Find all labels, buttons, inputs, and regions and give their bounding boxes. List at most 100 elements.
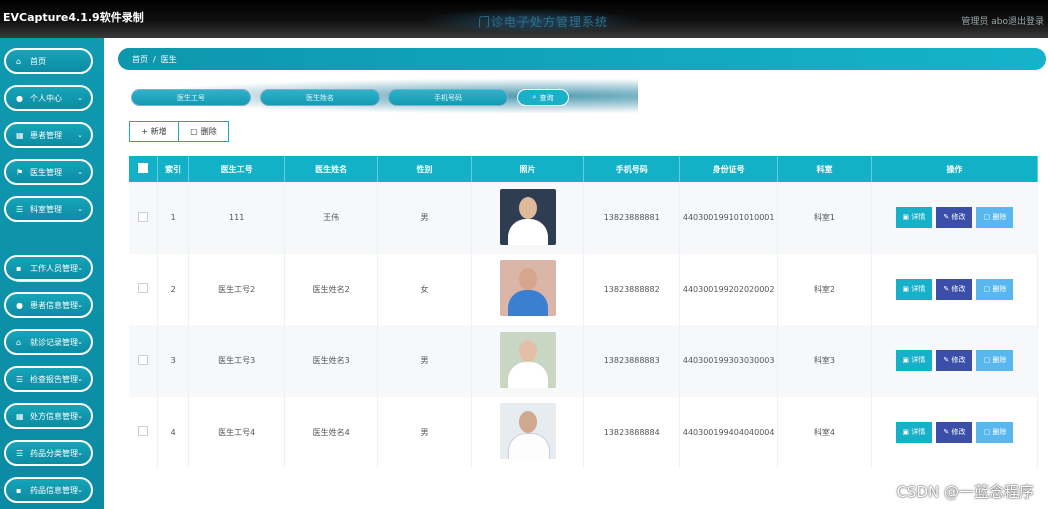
recorder-label: EVCapture4.1.9软件录制: [3, 11, 144, 24]
home-icon: ⌂: [16, 56, 22, 66]
edit-label: 修改: [951, 356, 966, 365]
sidebar-item-label: 药品分类管理: [30, 448, 78, 458]
table-row: 1 111 王伟 男 13823888881 44030019910101000…: [129, 182, 1039, 254]
row-checkbox[interactable]: [138, 426, 149, 437]
cell-doctor-name: 医生姓名3: [284, 325, 379, 397]
search-icon: ⌕: [532, 93, 537, 101]
detail-button[interactable]: ▣ 详情: [895, 278, 933, 300]
cell-photo: [471, 253, 585, 325]
table-row: 3 医生工号3 医生姓名3 男 13823888883 440300199303…: [129, 325, 1039, 397]
col-header: 身份证号: [679, 156, 779, 182]
query-label: 查询: [539, 93, 554, 102]
user-icon: ●: [16, 93, 23, 103]
chevron-down-icon: ⌄: [77, 168, 83, 176]
doctor-name-input[interactable]: 医生姓名: [260, 89, 380, 106]
sidebar-item-patient-info[interactable]: ● 患者信息管理 ⌄: [4, 292, 93, 318]
col-header: 手机号码: [583, 156, 681, 182]
trash-icon: ▢: [190, 127, 198, 136]
sidebar-item-patients[interactable]: ▦ 患者管理 ⌄: [4, 122, 93, 148]
cell-photo: [471, 325, 585, 397]
detail-button[interactable]: ▣ 详情: [895, 350, 933, 372]
sidebar-item-doctors[interactable]: ⚑ 医生管理 ⌄: [4, 159, 93, 185]
cell-doctor-name: 医生姓名4: [284, 396, 379, 468]
sidebar-item-label: 患者管理: [30, 130, 62, 140]
breadcrumb-home[interactable]: 首页: [132, 54, 148, 65]
cell-index: 3: [157, 325, 190, 397]
sidebar-item-staff[interactable]: ▪ 工作人员管理 ⌄: [4, 255, 93, 281]
delete-button[interactable]: ▢ 删除: [976, 207, 1014, 229]
cell-dept: 科室3: [777, 325, 872, 397]
delete-button[interactable]: ▢ 删除: [976, 350, 1014, 372]
row-checkbox[interactable]: [138, 283, 149, 294]
cell-idcard: 440300199404040004: [679, 396, 779, 468]
grid-icon: ▦: [16, 411, 24, 421]
breadcrumb-current: 医生: [160, 54, 177, 64]
edit-button[interactable]: ✎ 修改: [936, 278, 973, 300]
cell-phone: 13823888883: [583, 325, 681, 397]
sidebar-item-departments[interactable]: ☰ 科室管理 ⌄: [4, 196, 93, 222]
trash-icon: ▢: [983, 284, 993, 293]
detail-button[interactable]: ▣ 详情: [895, 207, 933, 229]
row-select-cell[interactable]: [129, 325, 159, 397]
logout-link[interactable]: 退出登录: [1008, 14, 1044, 27]
col-header: 性别: [377, 156, 472, 182]
row-checkbox[interactable]: [138, 354, 149, 365]
sidebar: ⌂ 首页 ● 个人中心 ⌄ ▦ 患者管理 ⌄ ⚑ 医生管理 ⌄ ☰ 科室管理 ⌄…: [0, 38, 104, 509]
sidebar-item-label: 科室管理: [30, 204, 62, 214]
sidebar-item-reports[interactable]: ☰ 检查报告管理 ⌄: [4, 366, 93, 392]
cell-phone: 13823888884: [583, 396, 681, 468]
select-all-cell[interactable]: [129, 156, 159, 182]
edit-label: 修改: [951, 213, 966, 222]
sidebar-item-label: 药品信息管理: [30, 485, 78, 495]
sidebar-item-profile[interactable]: ● 个人中心 ⌄: [4, 85, 93, 111]
edit-button[interactable]: ✎ 修改: [936, 421, 973, 443]
phone-input[interactable]: 手机号码: [388, 89, 508, 106]
sidebar-item-label: 患者信息管理: [30, 300, 78, 310]
trash-icon: ▢: [983, 213, 993, 222]
delete-button[interactable]: ▢ 删除: [976, 278, 1014, 300]
query-button[interactable]: ⌕ 查询: [517, 89, 569, 106]
app-title: 门诊电子处方管理系统: [478, 15, 609, 29]
row-select-cell[interactable]: [129, 253, 159, 325]
chevron-down-icon: ⌄: [77, 131, 83, 139]
doctor-table: 索引 医生工号 医生姓名 性别 照片 手机号码 身份证号 科室 操作 1 111…: [129, 156, 1039, 468]
cell-gender: 男: [377, 325, 472, 397]
doctor-photo: [499, 403, 556, 460]
edit-button[interactable]: ✎ 修改: [936, 350, 973, 372]
cell-idcard: 440300199101010001: [679, 182, 779, 254]
watermark: CSDN @一蓝念程序: [896, 483, 1034, 501]
sidebar-item-drug-info[interactable]: ▪ 药品信息管理 ⌄: [4, 477, 93, 503]
cell-phone: 13823888882: [583, 253, 681, 325]
detail-button[interactable]: ▣ 详情: [895, 421, 933, 443]
doctor-id-input[interactable]: 医生工号: [131, 89, 251, 106]
sidebar-item-drug-categories[interactable]: ☰ 药品分类管理 ⌄: [4, 440, 93, 466]
card-icon: ▪: [16, 485, 22, 495]
select-all-checkbox[interactable]: [138, 163, 149, 173]
batch-delete-button[interactable]: ▢ 删除: [179, 121, 229, 142]
cell-idcard: 440300199202020002: [679, 253, 779, 325]
sidebar-item-home[interactable]: ⌂ 首页: [4, 48, 93, 74]
row-select-cell[interactable]: [129, 396, 159, 468]
list-icon: ☰: [16, 374, 24, 384]
sidebar-item-visit-records[interactable]: ⌂ 就诊记录管理 ⌄: [4, 329, 93, 355]
edit-button[interactable]: ✎ 修改: [936, 207, 973, 229]
cell-actions: ▣ 详情 ✎ 修改 ▢ 删除: [871, 396, 1039, 468]
chevron-down-icon: ⌄: [77, 94, 83, 102]
chevron-down-icon: ⌄: [77, 375, 83, 383]
cell-idcard: 440300199303030003: [679, 325, 779, 397]
sidebar-item-label: 医生管理: [30, 167, 62, 177]
trash-icon: ▢: [983, 427, 993, 436]
current-user[interactable]: 管理员 abo: [961, 14, 1008, 27]
row-select-cell[interactable]: [129, 182, 159, 254]
delete-button[interactable]: ▢ 删除: [976, 421, 1014, 443]
detail-label: 详情: [911, 213, 926, 222]
grid-icon: ▦: [16, 130, 24, 140]
cell-photo: [471, 182, 585, 254]
cell-dept: 科室2: [777, 253, 872, 325]
add-button[interactable]: + 新增: [129, 121, 179, 142]
row-checkbox[interactable]: [138, 211, 149, 222]
cell-dept: 科室4: [777, 396, 872, 468]
chevron-down-icon: ⌄: [77, 486, 83, 494]
sidebar-item-label: 检查报告管理: [30, 374, 78, 384]
sidebar-item-prescriptions[interactable]: ▦ 处方信息管理 ⌄: [4, 403, 93, 429]
